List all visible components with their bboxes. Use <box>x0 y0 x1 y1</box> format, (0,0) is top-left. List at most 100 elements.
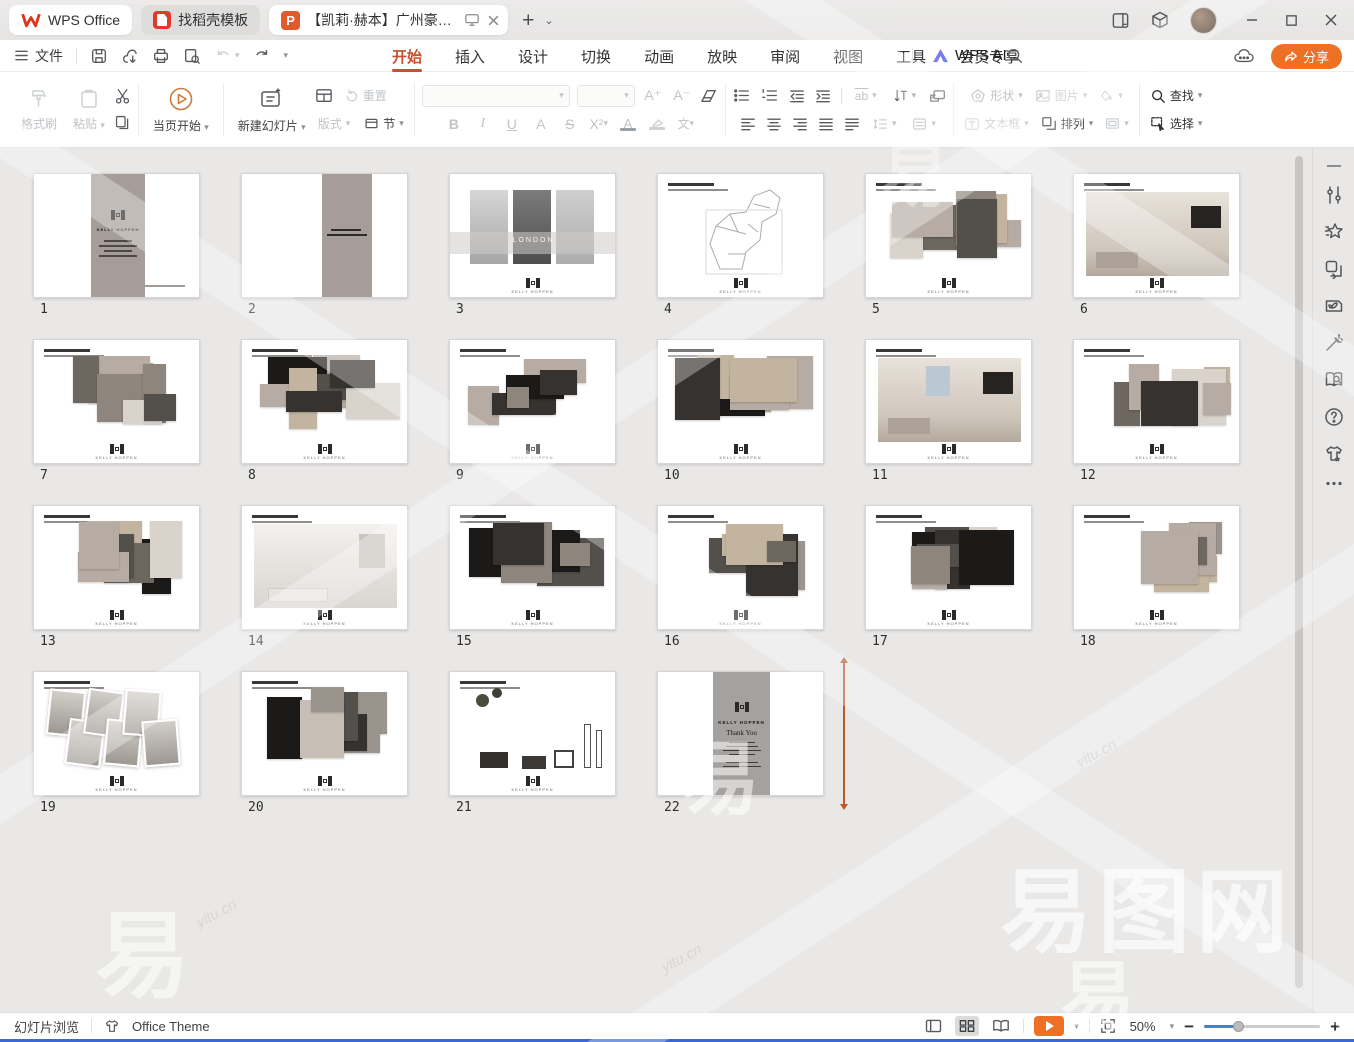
slide-16-thumbnail[interactable]: KELLY HOPPEN <box>657 505 824 630</box>
collapse-panel-handle[interactable] <box>1326 164 1342 168</box>
slide-9-thumbnail[interactable]: KELLY HOPPEN <box>449 339 616 464</box>
align-center-icon[interactable] <box>766 117 782 131</box>
properties-sliders-icon[interactable] <box>1324 185 1344 205</box>
slide-layout-icon[interactable] <box>315 88 333 104</box>
arrange-button[interactable]: 排列▾ <box>1038 113 1097 135</box>
slide-21-thumbnail[interactable]: KELLY HOPPEN <box>449 671 616 796</box>
zoom-slider-thumb[interactable] <box>1233 1021 1244 1032</box>
copy-icon[interactable] <box>114 114 131 131</box>
save-icon[interactable] <box>90 47 108 65</box>
new-slide-button[interactable]: 新建幻灯片 ▾ <box>231 84 313 136</box>
user-avatar[interactable] <box>1190 7 1217 34</box>
search-book-icon[interactable] <box>1324 370 1344 390</box>
quickbar-chevron[interactable]: ▾ <box>284 50 289 61</box>
bold-button[interactable]: B <box>443 113 465 135</box>
zoom-chevron[interactable]: ▾ <box>1170 1021 1175 1032</box>
slide-7-thumbnail[interactable]: KELLY HOPPEN <box>33 339 200 464</box>
reset-slide-button[interactable]: 重置 <box>341 85 390 107</box>
find-button[interactable]: 查找▾ <box>1147 85 1206 107</box>
text-direction-button[interactable]: ab▾ <box>852 85 880 107</box>
slide-5-thumbnail[interactable]: KELLY HOPPEN <box>865 173 1032 298</box>
theme-name[interactable]: Office Theme <box>132 1019 210 1034</box>
slide-12-thumbnail[interactable]: KELLY HOPPEN <box>1073 339 1240 464</box>
slide-2-thumbnail[interactable] <box>241 173 408 298</box>
font-size-select[interactable]: ▾ <box>577 85 635 107</box>
print-icon[interactable] <box>152 47 170 65</box>
tab-list-chevron[interactable]: ⌄ <box>544 14 553 27</box>
slide-border-button[interactable]: ▾ <box>1102 113 1132 135</box>
slide-sorter-canvas[interactable]: KELLY HOPPEN12LONDONKELLY HOPPEN3KELLY H… <box>0 148 1312 1012</box>
effects-star-icon[interactable] <box>1324 222 1344 242</box>
slide-18-thumbnail[interactable]: KELLY HOPPEN <box>1073 505 1240 630</box>
zoom-slider[interactable] <box>1204 1019 1320 1033</box>
tab-insert[interactable]: 插入 <box>455 40 485 72</box>
numbered-list-icon[interactable] <box>761 88 779 103</box>
undo-chevron[interactable]: ▾ <box>235 50 240 61</box>
split-view-icon[interactable] <box>1111 11 1130 30</box>
share-button[interactable]: 分享 <box>1271 44 1342 69</box>
duplicate-slides-icon[interactable] <box>1324 259 1344 279</box>
underline-button[interactable]: U <box>501 113 523 135</box>
play-slideshow-button[interactable] <box>1034 1016 1064 1036</box>
paste-button[interactable]: 粘贴 ▾ <box>66 86 112 134</box>
format-painter-button[interactable]: 格式刷 <box>14 86 64 134</box>
increase-indent-icon[interactable] <box>815 88 831 103</box>
tab-home[interactable]: 开始 <box>392 40 422 72</box>
slide-17-thumbnail[interactable]: KELLY HOPPEN <box>865 505 1032 630</box>
tab-review[interactable]: 审阅 <box>770 40 800 72</box>
maximize-window-icon[interactable] <box>1285 14 1298 27</box>
zoom-level[interactable]: 50% <box>1126 1019 1160 1034</box>
global-settings-icon[interactable] <box>1233 47 1255 65</box>
slide-14-thumbnail[interactable]: KELLY HOPPEN <box>241 505 408 630</box>
highlight-color-button[interactable] <box>646 113 668 135</box>
zoom-in-button[interactable]: + <box>1330 1018 1340 1035</box>
superscript-button[interactable]: X²▾ <box>588 113 610 135</box>
tab-design[interactable]: 设计 <box>518 40 548 72</box>
wps-ai-button[interactable]: WPS AI <box>932 47 1007 64</box>
slide-22-thumbnail[interactable]: KELLY HOPPENThank You <box>657 671 824 796</box>
slide-8-thumbnail[interactable]: KELLY HOPPEN <box>241 339 408 464</box>
asset-library-icon[interactable] <box>1324 296 1344 316</box>
textbox-button[interactable]: 文本框▾ <box>961 113 1032 135</box>
reading-view-button[interactable] <box>989 1016 1013 1036</box>
tab-transition[interactable]: 切换 <box>581 40 611 72</box>
picture-button[interactable]: 图片▾ <box>1032 85 1091 107</box>
clear-format-icon[interactable] <box>700 88 718 104</box>
minimize-window-icon[interactable] <box>1245 13 1259 27</box>
slide-15-thumbnail[interactable]: KELLY HOPPEN <box>449 505 616 630</box>
slide-6-thumbnail[interactable]: KELLY HOPPEN <box>1073 173 1240 298</box>
play-options-chevron[interactable]: ▾ <box>1074 1021 1079 1032</box>
line-spacing-button[interactable]: ▾ <box>870 113 900 135</box>
slide-11-thumbnail[interactable]: KELLY HOPPEN <box>865 339 1032 464</box>
play-from-current-button[interactable]: 当页开始 ▾ <box>146 84 216 136</box>
slide-19-thumbnail[interactable]: KELLY HOPPEN <box>33 671 200 796</box>
align-right-icon[interactable] <box>792 117 808 131</box>
align-left-icon[interactable] <box>740 117 756 131</box>
slide-3-thumbnail[interactable]: LONDONKELLY HOPPEN <box>449 173 616 298</box>
close-window-icon[interactable] <box>1324 13 1338 27</box>
search-icon[interactable] <box>1006 47 1024 65</box>
justify-icon[interactable] <box>818 117 834 131</box>
decrease-indent-icon[interactable] <box>789 88 805 103</box>
tab-document[interactable]: P 【凯莉·赫本】广州豪华公寓A4 <box>269 5 508 35</box>
normal-view-button[interactable] <box>921 1016 945 1036</box>
character-spacing-button[interactable]: A <box>530 113 552 135</box>
export-pdf-icon[interactable] <box>121 47 139 65</box>
font-color-button[interactable]: A <box>617 113 639 135</box>
file-menu-button[interactable]: 文件 <box>14 46 63 66</box>
pinyin-guide-button[interactable]: 文▾ <box>675 113 697 135</box>
slide-20-thumbnail[interactable]: KELLY HOPPEN <box>241 671 408 796</box>
slide-4-thumbnail[interactable]: KELLY HOPPEN <box>657 173 824 298</box>
more-options-icon[interactable] <box>1325 481 1343 486</box>
tab-animation[interactable]: 动画 <box>644 40 674 72</box>
present-monitor-icon[interactable] <box>464 13 480 27</box>
print-preview-icon[interactable] <box>183 47 201 65</box>
increase-font-button[interactable]: A⁺ <box>642 85 664 107</box>
layout-button[interactable]: 版式▾ <box>315 113 354 135</box>
convert-to-slides-icon[interactable] <box>929 88 946 104</box>
select-button[interactable]: 选择▾ <box>1147 113 1206 135</box>
section-button[interactable]: 节▾ <box>361 113 407 135</box>
slide-sorter-view-button[interactable] <box>955 1016 979 1036</box>
magic-wand-icon[interactable] <box>1324 333 1344 353</box>
italic-button[interactable]: I <box>472 113 494 135</box>
